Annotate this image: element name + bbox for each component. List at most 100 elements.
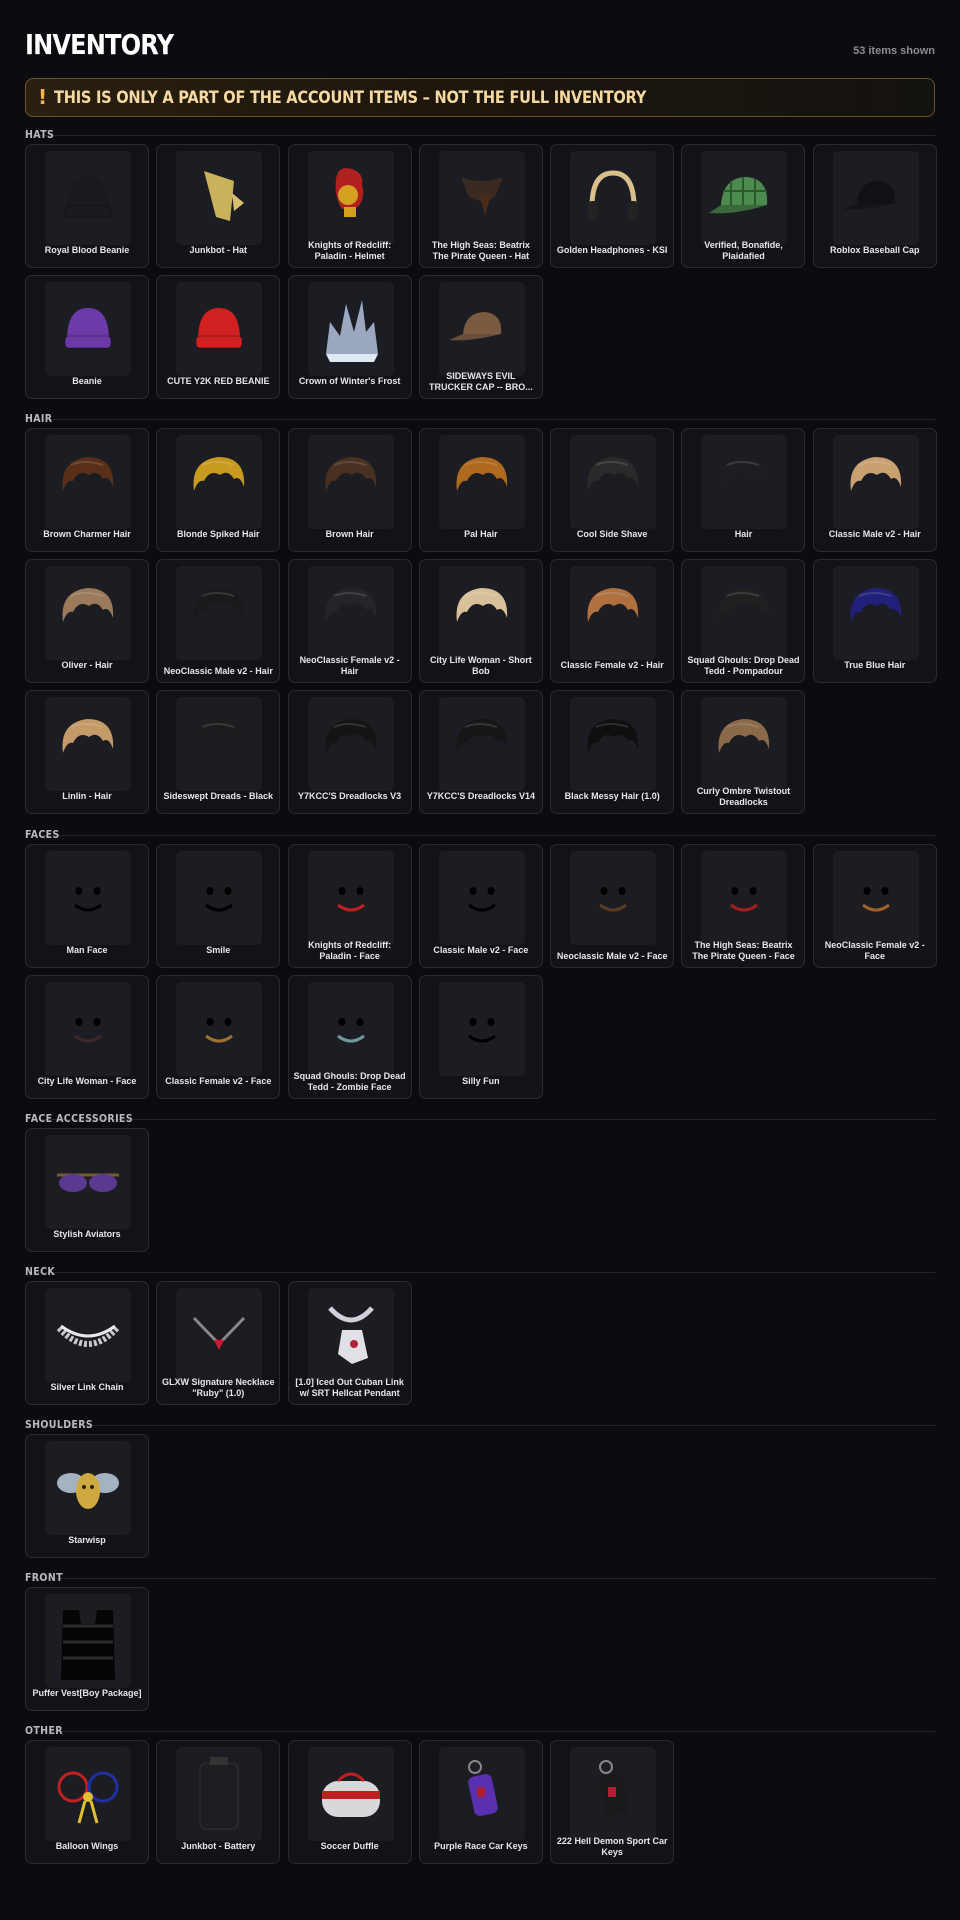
item-card[interactable]: Beanie [25,275,149,399]
section-divider [25,1731,935,1732]
item-name: Man Face [66,944,108,955]
item-card[interactable]: Knights of Redcliff: Paladin - Helmet [287,144,412,268]
item-card[interactable]: Junkbot - Battery [156,1740,281,1864]
item-thumbnail [176,151,263,245]
item-card[interactable]: Blonde Spiked Hair [156,428,281,552]
item-card[interactable]: Golden Headphones - KSI [550,144,675,268]
hair-icon [325,588,376,622]
item-card[interactable]: Linlin - Hair [25,690,149,814]
item-card[interactable]: 222 Hell Demon Sport Car Keys [550,1740,675,1864]
section-title-wrap: FACES [25,828,59,842]
hair-icon [62,457,114,491]
section-title-wrap: HAIR [25,412,52,426]
item-card[interactable]: Knights of Redcliff: Paladin - Face [287,844,412,968]
item-card[interactable]: Neoclassic Male v2 - Face [550,844,675,968]
item-card[interactable]: Pal Hair [418,428,543,552]
item-card[interactable]: Classic Female v2 - Hair [550,559,675,683]
item-thumbnail [307,566,394,660]
item-thumbnail [701,697,788,791]
item-thumbnail [307,1747,394,1841]
item-card[interactable]: Balloon Wings [25,1740,149,1864]
section-divider [25,419,935,420]
item-thumbnail [701,851,788,945]
item-thumbnail [438,566,525,660]
item-grid: Balloon Wings Junkbot - Battery Soccer D… [25,1740,935,1864]
item-name: Black Messy Hair (1.0) [564,790,660,801]
item-card[interactable]: NeoClassic Female v2 - Face [812,844,937,968]
item-card[interactable]: CUTE Y2K RED BEANIE [156,275,281,399]
item-card[interactable]: SIDEWAYS EVIL TRUCKER CAP -- BRO... [418,275,543,399]
item-card[interactable]: Roblox Baseball Cap [812,144,937,268]
section-divider [25,1272,935,1273]
section-header: HATS [25,128,935,144]
item-name: Knights of Redcliff: Paladin - Helmet [308,240,392,261]
item-thumbnail [176,851,263,945]
item-card[interactable]: Puffer Vest[Boy Package] [25,1587,149,1711]
hair-icon [62,719,114,753]
item-card[interactable]: Man Face [25,844,149,968]
item-card[interactable]: Classic Male v2 - Hair [812,428,937,552]
item-card[interactable]: Stylish Aviators [25,1128,149,1252]
vest-icon [61,1610,115,1680]
item-card[interactable]: Y7KCC'S Dreadlocks V3 [287,690,412,814]
item-card[interactable]: Black Messy Hair (1.0) [550,690,675,814]
item-grid: Royal Blood Beanie Junkbot - Hat Knights… [25,144,937,399]
item-card[interactable]: Classic Male v2 - Face [418,844,543,968]
item-name: The High Seas: Beatrix The Pirate Queen … [692,940,795,961]
item-thumbnail [307,697,394,791]
item-name: Stylish Aviators [53,1228,121,1239]
item-card[interactable]: Brown Charmer Hair [25,428,149,552]
item-card[interactable]: Smile [156,844,281,968]
page-title: INVENTORY [25,28,174,61]
item-thumbnail [832,435,919,529]
item-card[interactable]: Royal Blood Beanie [25,144,149,268]
item-card[interactable]: Soccer Duffle [287,1740,412,1864]
item-card[interactable]: The High Seas: Beatrix The Pirate Queen … [681,844,806,968]
item-card[interactable]: Hair [681,428,806,552]
item-card[interactable]: True Blue Hair [812,559,937,683]
item-card[interactable]: City Life Woman - Short Bob [418,559,543,683]
section-title-wrap: OTHER [25,1724,63,1738]
hair-icon [193,457,245,491]
hair-icon [587,457,639,491]
item-card[interactable]: Sideswept Dreads - Black [156,690,281,814]
item-card[interactable]: Brown Hair [287,428,412,552]
item-name: Brown Charmer Hair [43,528,131,539]
item-thumbnail [45,151,131,245]
item-card[interactable]: Purple Race Car Keys [418,1740,543,1864]
item-name: Squad Ghouls: Drop Dead Tedd - Zombie Fa… [293,1071,406,1092]
item-card[interactable]: NeoClassic Male v2 - Hair [156,559,281,683]
item-grid: Brown Charmer Hair Blonde Spiked Hair Br… [25,428,937,814]
item-card[interactable]: Squad Ghouls: Drop Dead Tedd - Zombie Fa… [287,975,412,1099]
item-card[interactable]: Squad Ghouls: Drop Dead Tedd - Pompadour [681,559,806,683]
crown-icon [325,300,378,362]
item-name: Classic Female v2 - Face [165,1075,272,1086]
item-card[interactable]: GLXW Signature Necklace "Ruby" (1.0) [156,1281,281,1405]
item-card[interactable]: Cool Side Shave [550,428,675,552]
item-card[interactable]: The High Seas: Beatrix The Pirate Queen … [418,144,543,268]
item-card[interactable]: NeoClassic Female v2 - Hair [287,559,412,683]
item-thumbnail [176,566,263,660]
item-card[interactable]: Curly Ombre Twistout Dreadlocks [681,690,806,814]
item-card[interactable]: [1.0] Iced Out Cuban Link w/ SRT Hellcat… [287,1281,412,1405]
section-front: FRONT Puffer Vest[Boy Package] [25,1571,935,1711]
item-thumbnail [438,151,525,245]
item-card[interactable]: Oliver - Hair [25,559,149,683]
item-thumbnail [45,1135,131,1229]
section-face-accessories: FACE ACCESSORIES Stylish Aviators [25,1112,935,1252]
item-name: True Blue Hair [844,659,906,670]
item-card[interactable]: Silly Fun [418,975,543,1099]
hair-icon [456,719,508,753]
exclamation-icon: ! [38,85,48,109]
item-card[interactable]: Y7KCC'S Dreadlocks V14 [418,690,543,814]
hair-icon [193,588,245,622]
item-card[interactable]: Junkbot - Hat [156,144,281,268]
face-icon [336,887,365,912]
item-card[interactable]: City Life Woman - Face [25,975,149,1099]
item-card[interactable]: Verified, Bonafide, Plaidafied [681,144,806,268]
item-card[interactable]: Classic Female v2 - Face [156,975,281,1099]
item-card[interactable]: Starwisp [25,1434,149,1558]
item-card[interactable]: Crown of Winter's Frost [287,275,412,399]
item-name: Silver Link Chain [50,1381,124,1392]
item-card[interactable]: Silver Link Chain [25,1281,149,1405]
